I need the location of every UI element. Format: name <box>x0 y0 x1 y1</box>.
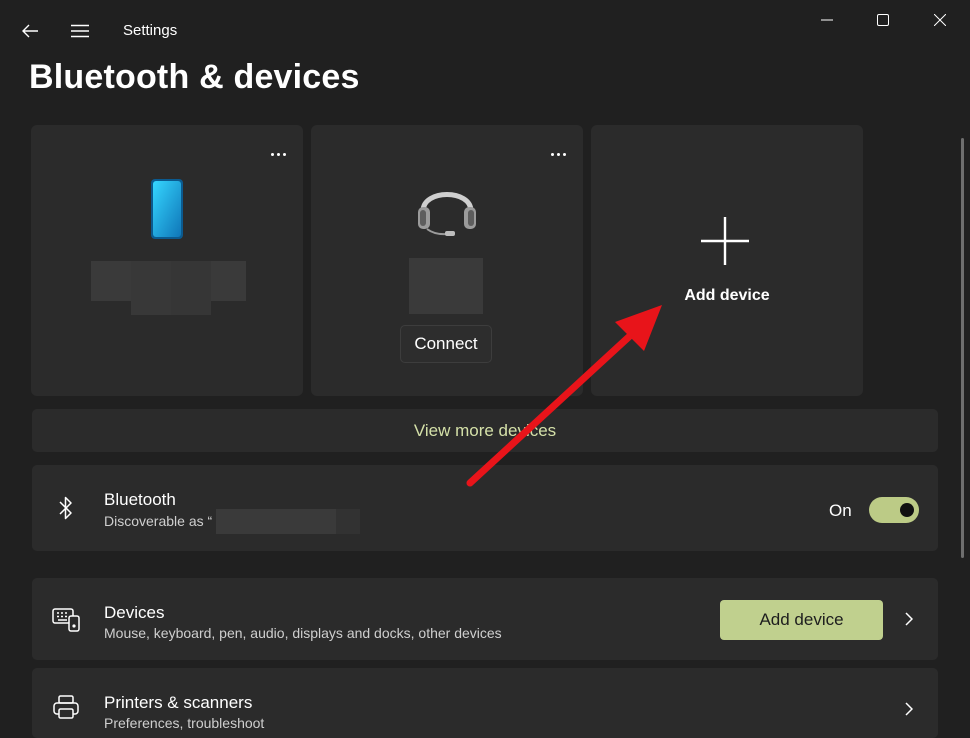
minimize-icon <box>821 19 833 21</box>
bluetooth-title: Bluetooth <box>104 490 176 509</box>
close-icon <box>934 14 946 26</box>
scrollbar[interactable] <box>961 138 964 558</box>
minimize-button[interactable] <box>807 8 847 32</box>
maximize-button[interactable] <box>863 8 903 32</box>
add-device-label: Add device <box>684 287 770 304</box>
devices-title: Devices <box>104 603 165 622</box>
printers-scanners-row[interactable]: Printers & scanners Preferences, trouble… <box>32 668 938 738</box>
bluetooth-state-label: On <box>829 501 852 520</box>
printers-title: Printers & scanners <box>104 693 253 712</box>
close-button[interactable] <box>920 8 960 32</box>
hamburger-icon <box>71 24 89 38</box>
devices-subtitle: Mouse, keyboard, pen, audio, displays an… <box>104 625 502 641</box>
printer-icon <box>52 694 80 722</box>
phone-icon <box>151 179 183 239</box>
bluetooth-row: Bluetooth Discoverable as “ On <box>32 465 938 551</box>
page-title: Bluetooth & devices <box>29 58 360 96</box>
devices-icon <box>52 605 80 633</box>
toggle-knob <box>900 503 914 517</box>
add-device-button[interactable]: Add device <box>720 600 883 640</box>
device-name-redacted <box>409 258 483 314</box>
chevron-right-icon <box>902 700 916 718</box>
add-device-card[interactable]: Add device <box>591 125 863 396</box>
chevron-right-icon <box>902 610 916 628</box>
device-card-phone[interactable] <box>31 125 303 396</box>
app-title: Settings <box>123 22 178 39</box>
bluetooth-toggle[interactable] <box>869 497 919 523</box>
device-card-headset[interactable]: Connect <box>311 125 583 396</box>
back-arrow-icon <box>22 24 38 38</box>
headset-icon <box>418 192 476 236</box>
more-options-icon[interactable] <box>547 147 569 161</box>
bluetooth-subtitle: Discoverable as “ <box>104 513 213 529</box>
back-button[interactable] <box>14 16 46 46</box>
bluetooth-icon <box>52 494 80 522</box>
more-options-icon[interactable] <box>267 147 289 161</box>
plus-icon <box>701 217 749 265</box>
connect-button[interactable]: Connect <box>400 325 492 363</box>
bluetooth-name-redacted <box>216 509 336 534</box>
navigation-menu-button[interactable] <box>64 16 96 46</box>
title-bar: Settings <box>0 0 970 60</box>
devices-row[interactable]: Devices Mouse, keyboard, pen, audio, dis… <box>32 578 938 660</box>
maximize-icon <box>877 14 889 26</box>
view-more-devices-button[interactable]: View more devices <box>32 409 938 452</box>
